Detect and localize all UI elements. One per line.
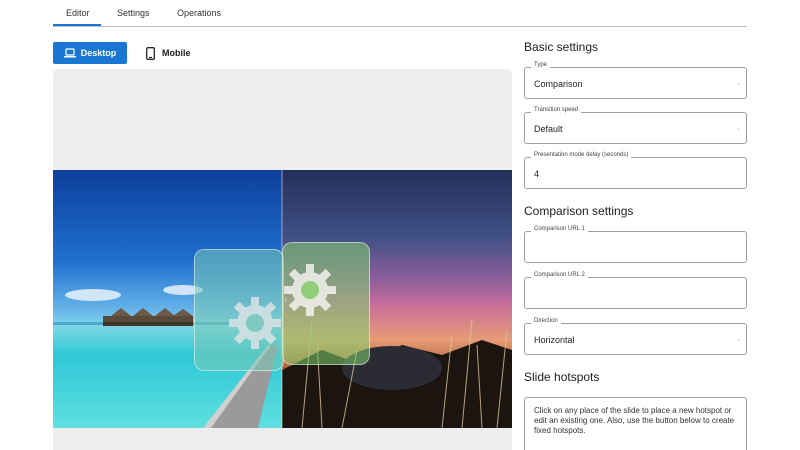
gear-icon	[284, 264, 336, 316]
laptop-icon	[63, 48, 76, 58]
hotspots-help-text: Click on any place of the slide to place…	[534, 406, 735, 435]
tab-settings[interactable]: Settings	[117, 8, 150, 18]
presentation-delay-input[interactable]: Presentation mode delay (seconds) 4	[524, 152, 747, 189]
transition-speed-select[interactable]: Transition speed Default ⌄	[524, 107, 747, 144]
slide-hotspots-title: Slide hotspots	[524, 370, 600, 384]
tab-editor[interactable]: Editor	[66, 8, 90, 18]
comparison-url-1-label: Comparison URL 1	[531, 226, 588, 232]
comparison-settings-title: Comparison settings	[524, 204, 634, 218]
chevron-down-icon: ⌄	[735, 126, 741, 132]
desktop-view-label: Desktop	[80, 48, 117, 58]
comparison-slide[interactable]: ›	[53, 170, 512, 428]
hotspots-help-box: Click on any place of the slide to place…	[524, 397, 747, 450]
direction-label: Direction	[531, 318, 561, 324]
type-value: Comparison	[534, 79, 583, 89]
presentation-delay-value: 4	[534, 169, 540, 179]
mobile-view-label: Mobile	[162, 48, 191, 58]
comparison-url-1-input[interactable]: Comparison URL 1	[524, 226, 747, 263]
mobile-view-button[interactable]: Mobile	[146, 42, 191, 64]
chevron-down-icon: ⌄	[735, 337, 741, 343]
presentation-delay-label: Presentation mode delay (seconds)	[531, 152, 632, 158]
slide-preview-area[interactable]: ›	[53, 69, 512, 450]
chevron-right-icon[interactable]: ›	[284, 294, 287, 305]
direction-select[interactable]: Direction Horizontal ⌄	[524, 318, 747, 355]
comparison-url-2-input[interactable]: Comparison URL 2	[524, 272, 747, 309]
basic-settings-title: Basic settings	[524, 40, 599, 54]
transition-speed-label: Transition speed	[531, 107, 582, 113]
type-select[interactable]: Type Comparison ⌄	[524, 62, 747, 99]
transition-speed-value: Default	[534, 124, 563, 134]
phone-icon	[146, 46, 155, 60]
tab-bar: Editor Settings Operations	[53, 0, 747, 27]
gear-icon	[229, 297, 281, 349]
desktop-view-button[interactable]: Desktop	[53, 42, 127, 64]
chevron-down-icon: ⌄	[735, 81, 741, 87]
direction-value: Horizontal	[534, 335, 575, 345]
type-label: Type	[531, 62, 551, 68]
tab-operations[interactable]: Operations	[177, 8, 221, 18]
active-tab-indicator	[53, 24, 101, 26]
comparison-url-2-label: Comparison URL 2	[531, 272, 588, 278]
